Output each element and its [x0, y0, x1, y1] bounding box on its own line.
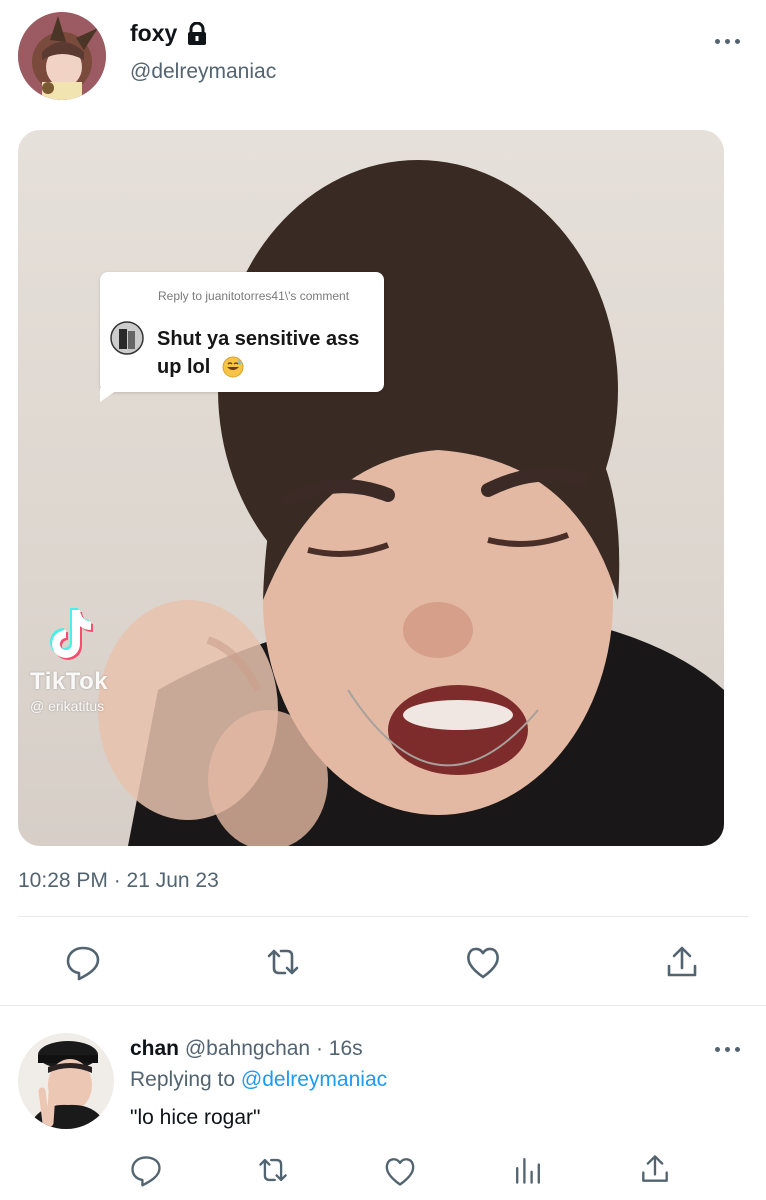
reply-time[interactable]: 16s [329, 1037, 363, 1060]
tweet-media-video[interactable] [18, 130, 724, 846]
reply-text: "lo hice rogar" [130, 1106, 261, 1129]
reply-icon[interactable] [63, 942, 103, 982]
reply-more-options-icon[interactable] [713, 1044, 743, 1054]
retweet-icon[interactable] [263, 942, 303, 982]
reply-author-handle[interactable]: @bahngchan [185, 1037, 310, 1060]
tweet-timestamp[interactable]: 10:28 PM · 21 Jun 23 [18, 869, 219, 893]
video-frame [98, 160, 724, 846]
author-handle[interactable]: @delreymaniac [130, 60, 276, 84]
reply-reply-icon[interactable] [128, 1152, 164, 1188]
reply-author-display-name[interactable]: chan [130, 1037, 179, 1060]
commenter-avatar [110, 321, 144, 355]
divider [18, 916, 748, 917]
replying-to-label: Replying to [130, 1068, 241, 1091]
reply-header: chan @bahngchan · 16s [130, 1037, 363, 1061]
replying-to-line: Replying to @delreymaniac [130, 1068, 387, 1092]
share-icon[interactable] [662, 942, 702, 982]
more-options-icon[interactable] [713, 36, 743, 46]
reply-author-avatar[interactable] [18, 1033, 114, 1129]
reply-share-icon[interactable] [637, 1151, 673, 1187]
reply-separator: · [310, 1037, 329, 1060]
replying-to-handle-link[interactable]: @delreymaniac [241, 1068, 387, 1091]
lock-icon [186, 21, 208, 46]
tiktok-username: @ erikatitus [30, 698, 105, 714]
overlay-reply-to-label: Reply to juanitotorres41\'s comment [158, 289, 350, 303]
tiktok-logo-icon [48, 608, 94, 660]
grinning-sweat-emoji-icon [222, 356, 244, 378]
divider [0, 1005, 766, 1006]
overlay-comment-text: Shut ya sensitive ass up lol [157, 328, 360, 378]
reply-like-icon[interactable] [382, 1153, 418, 1189]
author-display-name[interactable]: foxy [130, 20, 177, 47]
views-icon[interactable] [510, 1152, 546, 1188]
like-icon[interactable] [463, 942, 503, 982]
tiktok-wordmark: TikTok [30, 668, 109, 695]
reply-retweet-icon[interactable] [255, 1152, 291, 1188]
author-avatar[interactable] [18, 12, 106, 100]
